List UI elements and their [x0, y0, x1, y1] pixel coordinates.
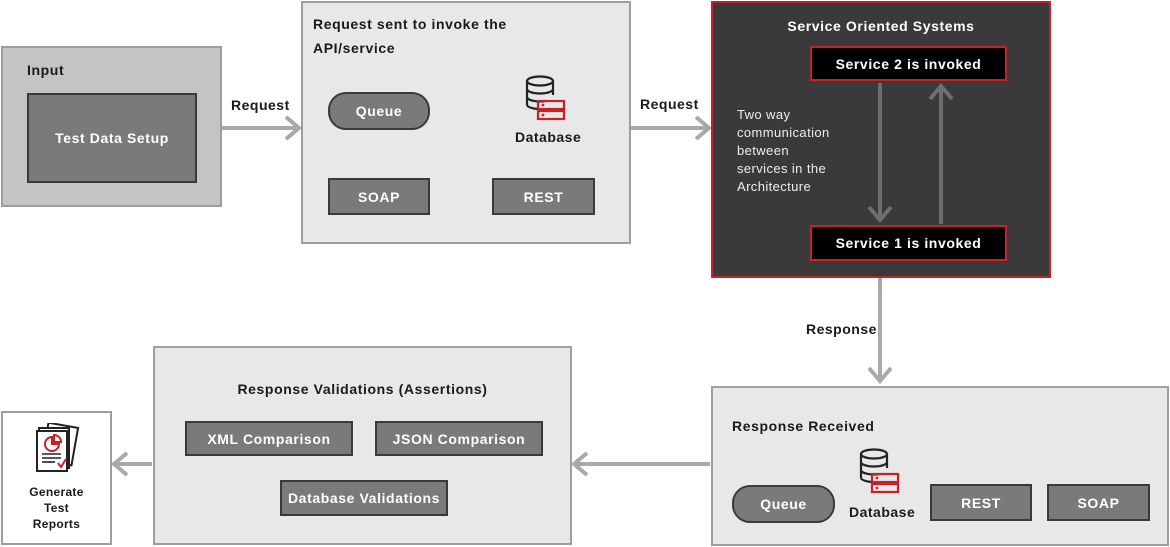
service-panel: Service Oriented Systems Service 2 is in… — [711, 1, 1051, 278]
request-arrow-1 — [222, 115, 303, 141]
request-title-line2: API/service — [313, 40, 396, 56]
request-label-2: Request — [640, 96, 699, 112]
database-label: Database — [515, 129, 582, 145]
report-text: Generate Test Reports — [3, 484, 110, 532]
json-comparison-button[interactable]: JSON Comparison — [375, 421, 543, 456]
response-queue-button[interactable]: Queue — [732, 485, 835, 523]
test-data-setup-box[interactable]: Test Data Setup — [27, 93, 197, 183]
validation-panel: Response Validations (Assertions) XML Co… — [153, 346, 572, 545]
response-soap-button[interactable]: SOAP — [1047, 484, 1150, 521]
response-label: Response — [806, 321, 877, 337]
validation-arrow — [570, 451, 710, 477]
database-validations-button[interactable]: Database Validations — [280, 480, 448, 516]
report-line: Test — [44, 501, 69, 515]
input-title: Input — [27, 62, 65, 78]
service-1-box[interactable]: Service 1 is invoked — [810, 225, 1007, 261]
input-panel: Input Test Data Setup — [1, 46, 222, 207]
request-label-1: Request — [231, 97, 290, 113]
report-icon — [33, 421, 81, 473]
soap-button[interactable]: SOAP — [328, 178, 430, 215]
response-database-label: Database — [849, 504, 916, 520]
response-title: Response Received — [732, 418, 875, 434]
response-database-icon — [858, 448, 900, 496]
request-title-line1: Request sent to invoke the — [313, 16, 507, 32]
report-arrow — [110, 451, 152, 477]
xml-comparison-button[interactable]: XML Comparison — [185, 421, 353, 456]
response-rest-button[interactable]: REST — [930, 484, 1032, 521]
report-panel: Generate Test Reports — [1, 411, 112, 545]
rest-button[interactable]: REST — [492, 178, 595, 215]
database-icon — [524, 75, 566, 123]
request-arrow-2 — [631, 115, 713, 141]
report-line: Generate — [29, 485, 84, 499]
request-panel: Request sent to invoke the API/service Q… — [301, 1, 631, 244]
report-line: Reports — [32, 517, 81, 531]
validation-title: Response Validations (Assertions) — [237, 381, 488, 397]
response-panel: Response Received Queue Database REST SO… — [711, 386, 1169, 546]
queue-button[interactable]: Queue — [328, 92, 430, 130]
